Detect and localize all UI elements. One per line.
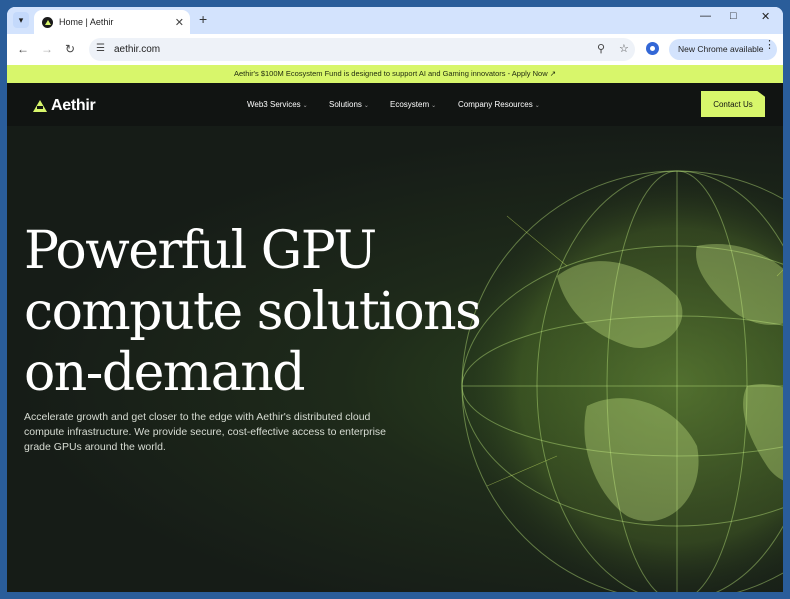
tab-strip: ▾ Home | Aethir ✕ + — □ ✕ <box>7 7 783 34</box>
tab-close-icon[interactable]: ✕ <box>175 16 184 29</box>
nav-item-label: Ecosystem <box>390 100 430 109</box>
tab-search-icon[interactable]: ▾ <box>13 12 29 28</box>
browser-tab[interactable]: Home | Aethir ✕ <box>34 10 190 34</box>
reload-icon[interactable]: ↻ <box>65 42 75 56</box>
aethir-logo-icon <box>33 100 47 112</box>
web-page: Aethir's $100M Ecosystem Fund is designe… <box>7 65 783 592</box>
nav-item-label: Solutions <box>329 100 362 109</box>
chevron-down-icon: ⌄ <box>534 103 540 109</box>
hero-title-line: compute solutions <box>24 282 482 342</box>
nav-item-web3-services[interactable]: Web3 Services ⌄ <box>247 100 308 109</box>
profile-avatar-icon[interactable] <box>646 42 659 55</box>
nav-item-solutions[interactable]: Solutions ⌄ <box>329 100 369 109</box>
more-menu-icon[interactable]: ⋮ <box>764 38 775 51</box>
back-icon[interactable]: ← <box>17 42 29 56</box>
site-info-icon[interactable]: ☰ <box>96 43 105 54</box>
chevron-down-icon: ⌄ <box>363 103 369 109</box>
new-tab-icon[interactable]: + <box>199 11 207 27</box>
url-text[interactable]: aethir.com <box>114 44 160 55</box>
hero-title-line: on-demand <box>24 343 306 403</box>
chevron-down-icon: ⌄ <box>302 103 308 109</box>
browser-toolbar: ← → ↻ ☰ aethir.com ⚲ ☆ New Chrome availa… <box>7 34 783 65</box>
minimize-icon[interactable]: — <box>700 10 711 22</box>
chevron-down-icon: ⌄ <box>431 103 437 109</box>
address-bar[interactable]: ☰ aethir.com ⚲ ☆ <box>89 38 635 61</box>
nav-item-ecosystem[interactable]: Ecosystem ⌄ <box>390 100 436 109</box>
bookmark-star-icon[interactable]: ☆ <box>619 42 629 55</box>
update-label: New Chrome available <box>678 44 764 54</box>
hero-section: Powerful GPU compute solutions on-demand… <box>7 126 783 592</box>
close-window-icon[interactable]: ✕ <box>761 10 770 23</box>
nav-item-company-resources[interactable]: Company Resources ⌄ <box>458 100 540 109</box>
aethir-favicon-icon <box>42 16 53 28</box>
hero-title-line: Powerful GPU <box>24 221 377 281</box>
nav-item-label: Web3 Services <box>247 100 301 109</box>
new-chrome-available-button[interactable]: New Chrome available <box>669 39 777 60</box>
hero-title: Powerful GPU compute solutions on-demand <box>24 221 544 404</box>
zoom-icon[interactable]: ⚲ <box>597 42 605 55</box>
tab-title: Home | Aethir <box>59 17 114 27</box>
contact-us-label: Contact Us <box>713 99 753 109</box>
maximize-icon[interactable]: □ <box>730 10 737 22</box>
site-navigation: Aethir Web3 Services ⌄ Solutions ⌄ Ecosyst… <box>7 83 783 126</box>
aethir-logo[interactable]: Aethir <box>33 97 96 115</box>
forward-icon[interactable]: → <box>41 42 53 56</box>
hero-subtitle: Accelerate growth and get closer to the … <box>24 411 387 453</box>
browser-window: ▾ Home | Aethir ✕ + — □ ✕ ← → ↻ ☰ aethir… <box>7 7 783 592</box>
announcement-text[interactable]: Aethir's $100M Ecosystem Fund is designe… <box>234 69 556 78</box>
announcement-banner[interactable]: Aethir's $100M Ecosystem Fund is designe… <box>7 65 783 83</box>
nav-item-label: Company Resources <box>458 100 533 109</box>
logo-text: Aethir <box>51 97 96 114</box>
contact-us-button[interactable]: Contact Us <box>701 91 765 117</box>
